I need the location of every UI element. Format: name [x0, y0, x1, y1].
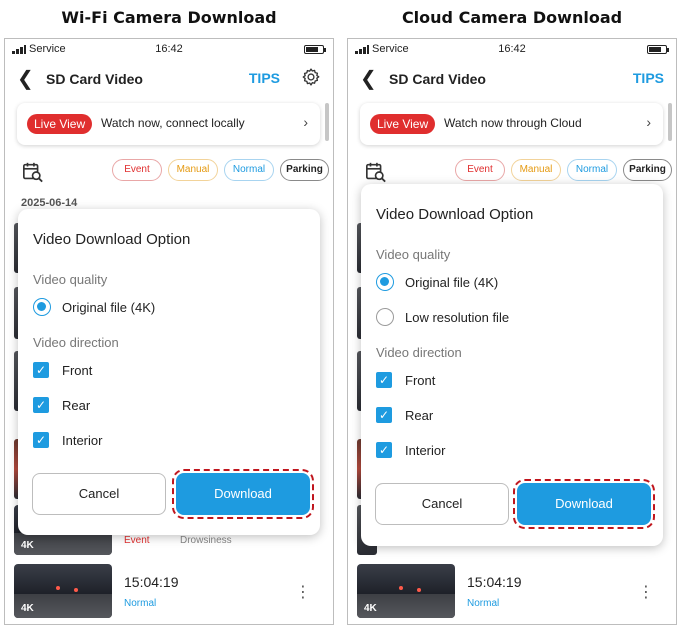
- nav-bar: ❮ SD Card Video TIPS: [348, 65, 676, 95]
- resolution-badge: 4K: [21, 603, 34, 614]
- radio-label-original-file: Original file (4K): [62, 300, 156, 315]
- radio-original-file[interactable]: [33, 298, 51, 316]
- calendar-search-icon[interactable]: [22, 161, 44, 183]
- checkbox-label-front: Front: [405, 373, 436, 388]
- status-time: 16:42: [155, 43, 183, 55]
- checkbox-label-interior: Interior: [62, 433, 103, 448]
- download-option-dialog: Video Download Option Video quality Orig…: [361, 184, 663, 546]
- scrollbar[interactable]: [668, 103, 672, 141]
- checkbox-label-front: Front: [62, 363, 93, 378]
- checkbox-rear[interactable]: ✓: [376, 407, 392, 423]
- checkbox-interior[interactable]: ✓: [376, 442, 392, 458]
- scrollbar[interactable]: [325, 103, 329, 141]
- gear-icon[interactable]: [301, 67, 321, 87]
- live-view-banner[interactable]: Live View Watch now through Cloud ›: [360, 103, 663, 145]
- live-view-banner[interactable]: Live View Watch now, connect locally ›: [17, 103, 320, 145]
- radio-original-file[interactable]: [376, 273, 394, 291]
- radio-label-original-file: Original file (4K): [405, 275, 499, 290]
- filter-event[interactable]: Event: [455, 159, 505, 181]
- row-event-tag: Event: [124, 535, 150, 546]
- live-view-text: Watch now through Cloud: [444, 116, 582, 130]
- status-time: 16:42: [498, 43, 526, 55]
- video-quality-label: Video quality: [376, 247, 451, 262]
- chevron-left-icon[interactable]: ❮: [17, 67, 34, 91]
- battery-icon: [304, 45, 326, 54]
- tips-button[interactable]: TIPS: [249, 70, 280, 86]
- radio-label-low-resolution: Low resolution file: [405, 310, 510, 325]
- live-view-badge: Live View: [370, 114, 436, 134]
- checkbox-interior[interactable]: ✓: [33, 432, 49, 448]
- filter-normal[interactable]: Normal: [567, 159, 617, 181]
- row-normal-tag: Normal: [124, 598, 157, 609]
- chevron-right-icon: ›: [303, 114, 308, 130]
- calendar-search-icon[interactable]: [365, 161, 387, 183]
- video-direction-label: Video direction: [33, 335, 119, 350]
- filter-event[interactable]: Event: [112, 159, 162, 181]
- video-thumbnail[interactable]: 4K: [357, 564, 455, 618]
- dialog-title: Video Download Option: [33, 231, 191, 248]
- download-option-dialog: Video Download Option Video quality Orig…: [18, 209, 320, 535]
- radio-low-resolution-file[interactable]: [376, 308, 394, 326]
- filter-parking[interactable]: Parking: [623, 159, 672, 181]
- row-event-subtype: Drowsiness: [180, 535, 232, 546]
- status-bar: Service 16:42: [348, 39, 676, 61]
- resolution-badge: 4K: [364, 603, 377, 614]
- row-normal-tag: Normal: [467, 598, 500, 609]
- video-direction-label: Video direction: [376, 345, 462, 360]
- checkbox-front[interactable]: ✓: [376, 372, 392, 388]
- dialog-title: Video Download Option: [376, 206, 534, 223]
- checkbox-label-interior: Interior: [405, 443, 446, 458]
- more-options-icon[interactable]: ⋮: [295, 585, 311, 601]
- video-thumbnail[interactable]: 4K: [14, 564, 112, 618]
- row-time: 15:04:19: [124, 574, 179, 590]
- filter-parking[interactable]: Parking: [280, 159, 329, 181]
- checkbox-label-rear: Rear: [405, 408, 434, 423]
- date-header: 2025-06-14: [21, 197, 78, 209]
- download-button[interactable]: Download: [513, 479, 655, 529]
- live-view-badge: Live View: [27, 114, 93, 134]
- chevron-right-icon: ›: [646, 114, 651, 130]
- page-title: SD Card Video: [389, 71, 486, 87]
- nav-bar: ❮ SD Card Video TIPS: [5, 65, 333, 95]
- live-view-text: Watch now, connect locally: [101, 116, 245, 130]
- cloud-phone-screen: Service 16:42 ❮ SD Card Video TIPS Live …: [347, 38, 677, 625]
- checkbox-rear[interactable]: ✓: [33, 397, 49, 413]
- checkbox-label-rear: Rear: [62, 398, 91, 413]
- caption-wifi: Wi-Fi Camera Download: [61, 8, 277, 27]
- video-quality-label: Video quality: [33, 272, 108, 287]
- page-title: SD Card Video: [46, 71, 143, 87]
- resolution-badge: 4K: [21, 540, 34, 551]
- tips-button[interactable]: TIPS: [633, 70, 664, 86]
- wifi-phone-screen: Service 16:42 ❮ SD Card Video TIPS Live …: [4, 38, 334, 625]
- filter-manual[interactable]: Manual: [511, 159, 561, 181]
- checkbox-front[interactable]: ✓: [33, 362, 49, 378]
- battery-icon: [647, 45, 669, 54]
- cancel-button[interactable]: Cancel: [375, 483, 509, 525]
- status-bar: Service 16:42: [5, 39, 333, 61]
- chevron-left-icon[interactable]: ❮: [360, 67, 377, 91]
- more-options-icon[interactable]: ⋮: [638, 585, 654, 601]
- download-button[interactable]: Download: [172, 469, 314, 519]
- caption-cloud: Cloud Camera Download: [401, 8, 623, 27]
- filter-manual[interactable]: Manual: [168, 159, 218, 181]
- filter-normal[interactable]: Normal: [224, 159, 274, 181]
- row-time: 15:04:19: [467, 574, 522, 590]
- cancel-button[interactable]: Cancel: [32, 473, 166, 515]
